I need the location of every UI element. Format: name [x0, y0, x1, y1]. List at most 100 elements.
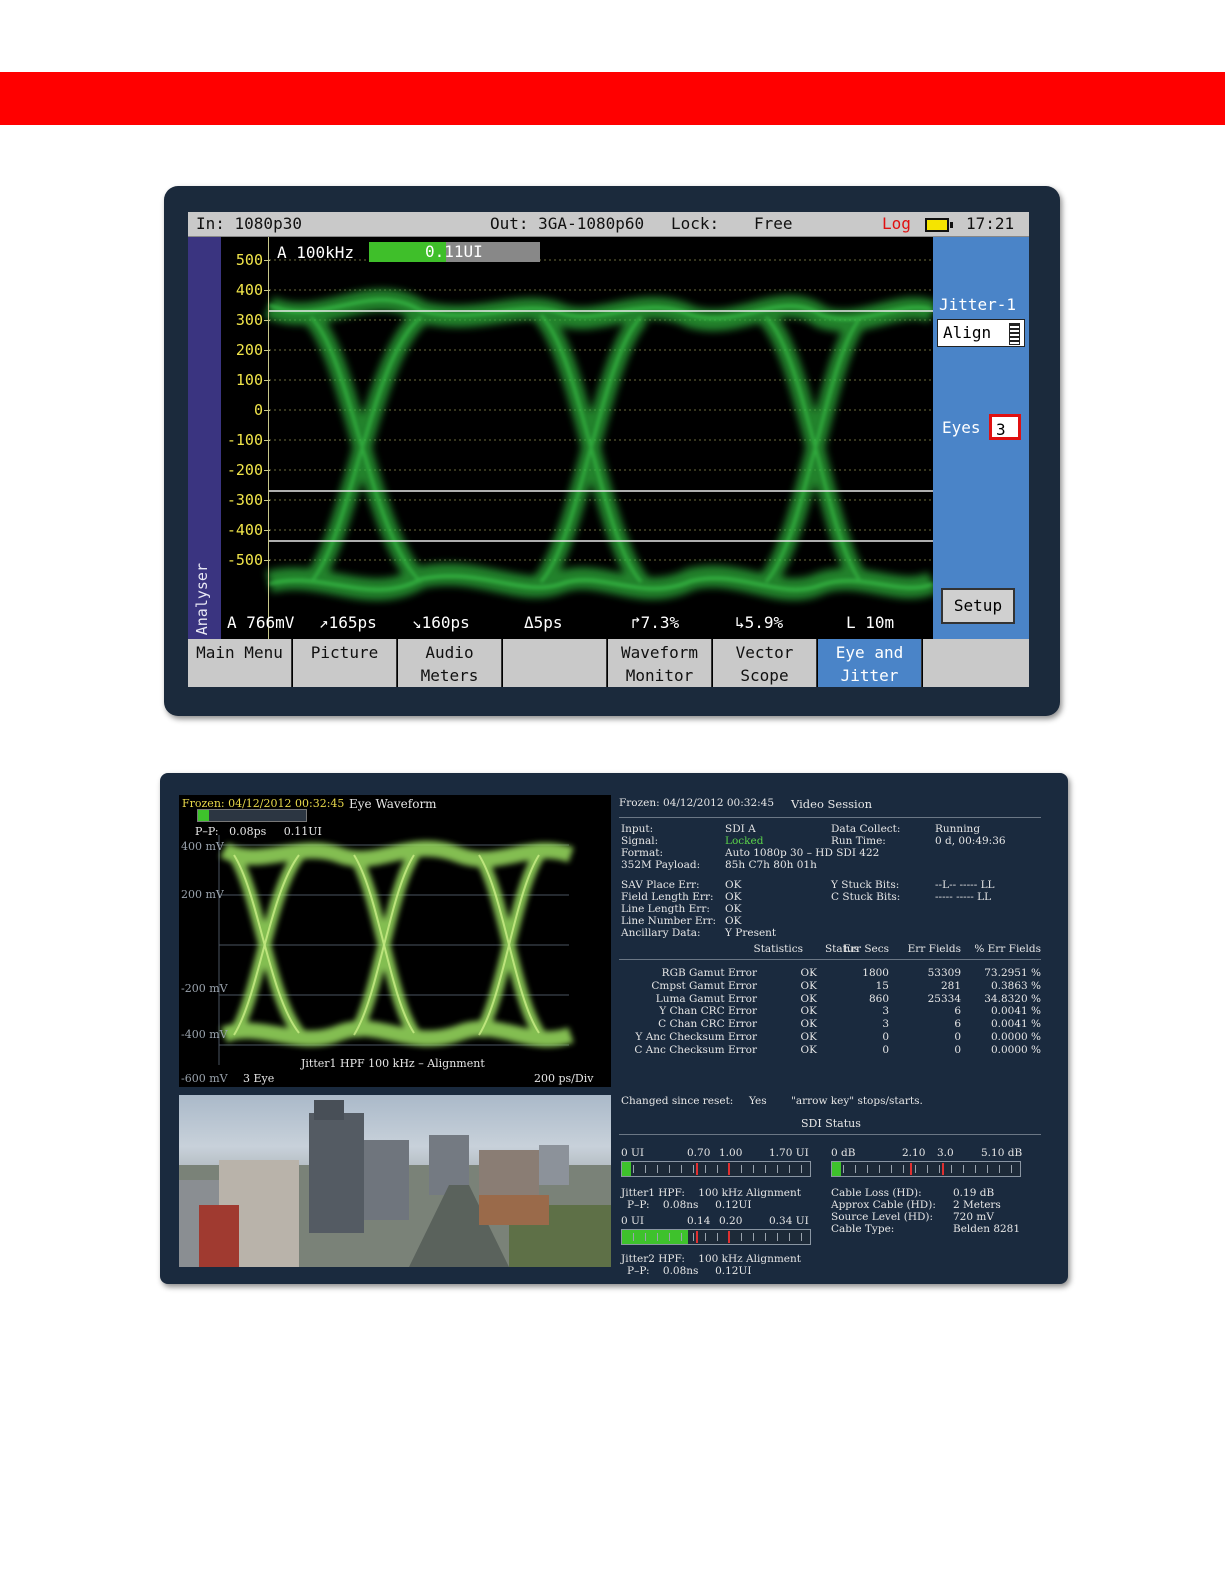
cable-length-measure: L 10m — [846, 613, 895, 632]
y-axis-tick — [264, 530, 270, 531]
analyser-side-tab[interactable]: Analyser — [188, 237, 221, 639]
softkey-eye-and-jitter[interactable]: Eye and Jitter — [818, 639, 922, 687]
collect-label: Data Collect: — [831, 823, 901, 835]
table-cell: 281 — [940, 979, 961, 992]
stuck-value: ----- ----- LL — [935, 891, 992, 903]
table-cell: 0.0041 % — [990, 1018, 1041, 1031]
changed-label: Changed since reset: — [621, 1095, 734, 1107]
table-cell: 53309 — [927, 967, 961, 979]
city-skyline-picture — [179, 1100, 611, 1267]
eye-window-title: Eye Waveform — [349, 797, 437, 811]
collect-value: 0 d, 00:49:36 — [935, 835, 1006, 847]
table-cell: 34.8320 % — [984, 992, 1041, 1005]
table-row: Cmpst Gamut Error OK 15 281 0.3863 % — [619, 980, 1041, 993]
meter-scale: 1.00 — [719, 1147, 743, 1159]
meter-scale: 2.10 — [902, 1147, 926, 1159]
softkey-label: Eye and — [835, 643, 904, 662]
softkey-blank-2[interactable] — [923, 639, 1029, 687]
cable-loss-meter — [831, 1161, 1021, 1177]
cable-label: Cable Type: — [831, 1223, 895, 1235]
eye-y-label: 400 mV — [181, 840, 224, 853]
stats-header: % Err Fields — [974, 943, 1041, 955]
meter-scale: 3.0 — [937, 1147, 954, 1159]
softkey-waveform-monitor[interactable]: Waveform Monitor — [608, 639, 712, 687]
softkey-bar: Main Menu Picture Audio Meters Waveform Mo… — [188, 639, 1029, 687]
eye-diagram-svg — [264, 259, 933, 601]
cable-value: Belden 8281 — [953, 1223, 1021, 1235]
fall-overshoot-measure: ↳5.9% — [735, 613, 784, 632]
softkey-label — [293, 665, 396, 687]
softkey-main-menu[interactable]: Main Menu — [188, 639, 292, 687]
y-axis-tick — [264, 410, 270, 411]
eye-y-label: -400 mV — [181, 1028, 228, 1041]
jitter-mode-select[interactable]: Align — [937, 319, 1025, 347]
table-cell: 0.0041 % — [990, 1005, 1041, 1018]
eye-count-label: 3 Eye — [243, 1072, 275, 1085]
meter-threshold — [942, 1163, 944, 1175]
cable-label: Approx Cable (HD): — [831, 1199, 936, 1211]
divider — [619, 817, 1041, 818]
meter-scale: 0.70 — [687, 1147, 711, 1159]
divider — [619, 1134, 1041, 1135]
check-label: SAV Place Err: — [621, 879, 700, 891]
y-axis-tick — [264, 260, 270, 261]
y-axis-label: 300 — [235, 311, 263, 329]
softkey-blank-1[interactable] — [503, 639, 607, 687]
y-axis-label: -400 — [226, 521, 263, 539]
info-label: 352M Payload: — [621, 859, 701, 871]
y-axis-label: -300 — [226, 491, 263, 509]
y-axis-label: 400 — [235, 281, 263, 299]
table-cell: RGB Gamut Error — [661, 967, 757, 979]
softkey-audio-meters[interactable]: Audio Meters — [398, 639, 502, 687]
eye-settings-panel: Jitter-1 Align Eyes 3 Setup — [933, 237, 1029, 639]
y-axis-label: -200 — [226, 461, 263, 479]
eye-trace — [264, 289, 933, 601]
amplitude-measure: A 766mV — [227, 613, 295, 632]
info-label: Signal: — [621, 835, 659, 847]
softkey-label — [188, 665, 291, 687]
log-indicator[interactable]: Log — [882, 212, 911, 236]
table-cell: Y Anc Checksum Error — [635, 1031, 757, 1043]
video-session-panel: Frozen: 04/12/2012 00:32:45 Video Sessio… — [619, 795, 1049, 1277]
softkey-label: Picture — [310, 643, 379, 662]
info-value: SDI A — [725, 823, 756, 835]
softkey-label: Audio — [425, 643, 474, 662]
softkey-picture[interactable]: Picture — [293, 639, 397, 687]
eye-waveform-svg — [218, 835, 574, 1065]
table-cell: Luma Gamut Error — [655, 992, 757, 1005]
meter-threshold — [696, 1163, 698, 1175]
meter-scale: 0.14 — [687, 1215, 711, 1227]
statistics-table: Statistics Status Err Secs Err Fields % … — [619, 943, 1041, 1083]
table-row: C Chan CRC Error OK 3 6 0.0041 % — [619, 1018, 1041, 1031]
table-cell: 0.0000 % — [990, 1043, 1041, 1056]
output-format: Out: 3GA-1080p60 — [490, 214, 645, 233]
eye-y-label: -200 mV — [181, 982, 228, 995]
check-label: Line Length Err: — [621, 903, 710, 915]
session-frozen-stamp: Frozen: 04/12/2012 00:32:45 — [619, 797, 775, 809]
measurement-row: A 766mV ↗165ps ↘160ps Δ5ps ↱7.3% ↳5.9% L… — [221, 613, 933, 637]
y-axis-label: 200 — [235, 341, 263, 359]
table-row: Y Chan CRC Error OK 3 6 0.0041 % — [619, 1005, 1041, 1018]
meter-scale: 0 UI — [621, 1147, 645, 1159]
softkey-label — [923, 665, 1029, 687]
meter-scale: 0 UI — [621, 1215, 645, 1227]
softkey-vector-scope[interactable]: Vector Scope — [713, 639, 817, 687]
meter-threshold — [910, 1163, 912, 1175]
jitter1-pp: P–P: 0.08ns 0.12UI — [627, 1199, 752, 1211]
setup-button[interactable]: Setup — [941, 588, 1015, 624]
table-cell: 0 — [954, 1043, 961, 1056]
meter-threshold — [696, 1231, 698, 1243]
table-cell: C Chan CRC Error — [658, 1018, 757, 1031]
y-axis-tick — [264, 290, 270, 291]
y-axis-label: 500 — [235, 251, 263, 269]
meter-scale: 0.20 — [719, 1215, 743, 1227]
check-value: Y Present — [725, 927, 777, 939]
softkey-label: Jitter — [840, 666, 899, 685]
table-row: RGB Gamut Error OK 1800 53309 73.2951 % — [619, 967, 1041, 980]
meter-scale: 0 dB — [831, 1147, 856, 1159]
meter-threshold — [728, 1231, 730, 1243]
softkey-label: Monitor — [625, 666, 694, 685]
eyes-count-field[interactable]: 3 — [989, 414, 1021, 440]
info-value: Auto 1080p 30 – HD SDI 422 — [725, 847, 880, 859]
waveform-monitor-bezel: Frozen: 04/12/2012 00:32:45 Eye Waveform… — [160, 773, 1068, 1284]
